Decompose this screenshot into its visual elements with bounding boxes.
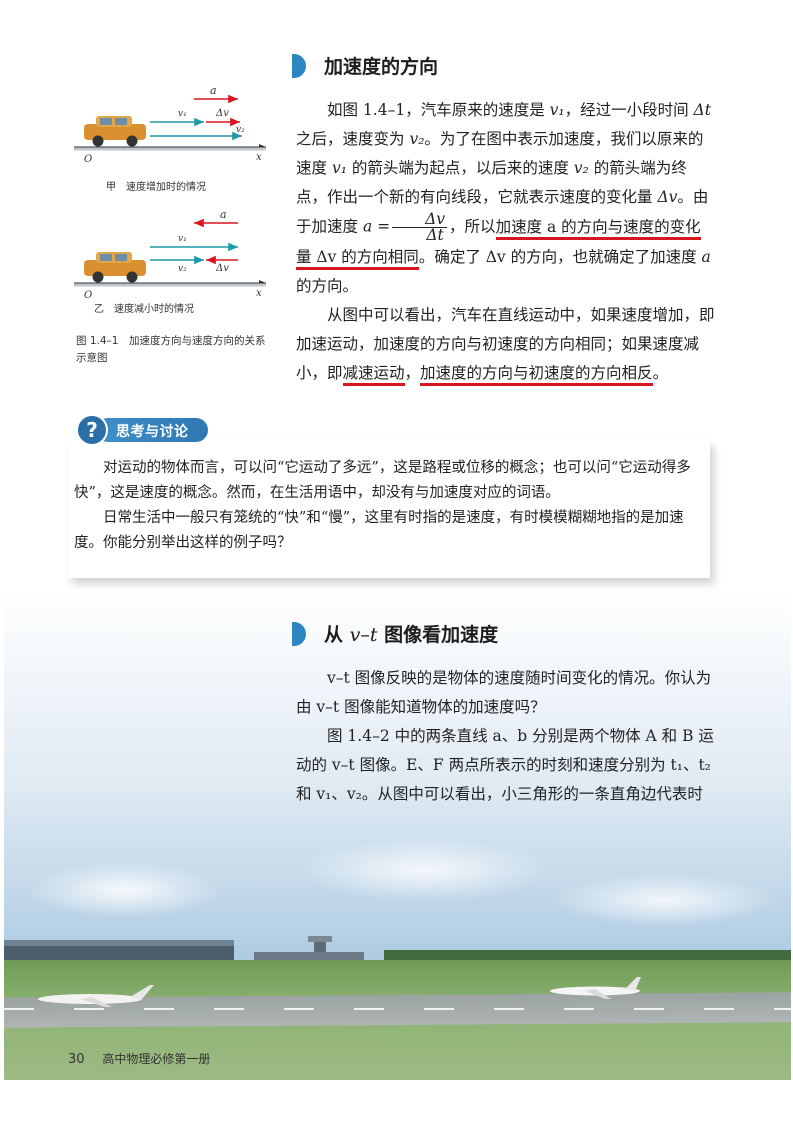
section2-body: v–t 图像反映的是物体的速度随时间变化的情况。你认为由 v–t 图像能知道物体…: [296, 664, 716, 809]
section2-paragraph-1: v–t 图像反映的是物体的速度随时间变化的情况。你认为由 v–t 图像能知道物体…: [296, 669, 712, 716]
heading-marker-icon: [292, 53, 306, 78]
section-title: 加速度的方向: [324, 56, 439, 78]
label-v1-top: v₁: [178, 109, 187, 119]
label-x-top: x: [256, 152, 262, 163]
acceleration-fraction: Δv Δt: [392, 211, 448, 243]
label-dv-top: Δv: [215, 108, 229, 119]
section1-paragraph-1: 如图 1.4–1，汽车原来的速度是 v₁，经过一小段时间 Δt 之后，速度变为 …: [296, 101, 711, 295]
section2-paragraph-2: 图 1.4–2 中的两条直线 a、b 分别是两个物体 A 和 B 运动的 v–t…: [296, 727, 714, 803]
heading-marker-icon: [292, 621, 306, 646]
label-a-bottom: a: [220, 208, 227, 221]
page-footer: 30 高中物理必修第一册: [68, 1050, 210, 1067]
acceleration-equation-lhs: a =: [362, 217, 391, 236]
figure-bottom-panel: a v₁ v₂ Δv O x 乙 速度减小时的情况: [74, 208, 266, 315]
label-dv-bottom: Δv: [215, 263, 229, 274]
figure-1-4-1: a v₁ Δv v₂ O x 甲 速度增加时的情况 a v₁ v₂ Δv O x…: [74, 84, 266, 315]
car-top-icon: [84, 116, 146, 147]
caption-top: 甲 速度增加时的情况: [106, 180, 206, 193]
discussion-paragraph-2: 日常生活中一般只有笼统的“快”和“慢”，这里有时指的是速度，有时模模糊糊地指的是…: [74, 510, 684, 551]
caption-bottom: 乙 速度减小时的情况: [94, 302, 194, 315]
airplane-right-icon: [550, 977, 641, 999]
discussion-paragraph-1: 对运动的物体而言，可以问“它运动了多远”，这是路程或位移的概念；也可以问“它运动…: [74, 460, 691, 501]
badge-label: 思考与讨论: [116, 424, 189, 440]
figure-caption: 图 1.4–1 加速度方向与速度方向的关系示意图: [76, 335, 266, 364]
section2-title: 从 v–t 图像看加速度: [324, 624, 499, 646]
section1-body: 如图 1.4–1，汽车原来的速度是 v₁，经过一小段时间 Δt 之后，速度变为 …: [296, 96, 716, 388]
label-o-top: O: [84, 154, 92, 165]
figure-top-panel: a v₁ Δv v₂ O x 甲 速度增加时的情况: [74, 84, 266, 193]
airplane-left-icon: [38, 985, 154, 1007]
question-mark-icon: ?: [76, 414, 108, 446]
discussion-badge: ? 思考与讨论: [76, 414, 208, 446]
label-a-top: a: [210, 84, 217, 97]
page-number: 30: [68, 1052, 85, 1067]
section-heading-acceleration-direction: 加速度的方向: [292, 52, 438, 79]
book-title: 高中物理必修第一册: [102, 1052, 211, 1066]
section-heading-vt-graph: 从 v–t 图像看加速度: [292, 620, 498, 647]
section1-paragraph-2: 从图中可以看出，汽车在直线运动中，如果速度增加，即加速运动，加速度的方向与初速度…: [296, 301, 716, 388]
label-o-bottom: O: [84, 290, 92, 301]
underline-opposite-direction: 加速度的方向与初速度的方向相反: [420, 364, 653, 386]
label-x-bottom: x: [256, 288, 262, 299]
clouds: [4, 800, 791, 950]
car-bottom-icon: [84, 252, 146, 283]
label-v2-bottom: v₂: [178, 264, 187, 274]
discussion-text: 对运动的物体而言，可以问“它运动了多远”，这是路程或位移的概念；也可以问“它运动…: [74, 456, 710, 556]
underline-deceleration: 减速运动: [342, 364, 405, 386]
label-v1-bottom: v₁: [178, 234, 187, 244]
label-v2-top: v₂: [236, 125, 245, 135]
